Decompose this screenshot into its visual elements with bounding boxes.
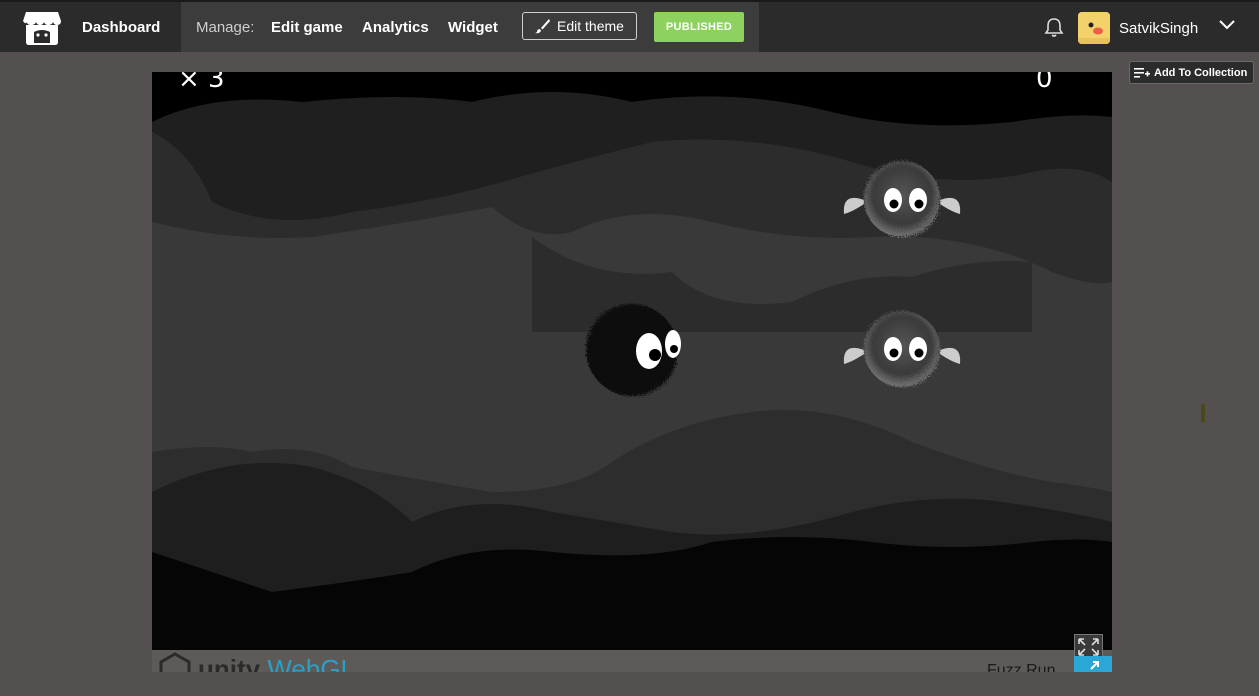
unity-webgl-brand: unity WebGL [198,654,355,672]
game-title-label: Fuzz Run [987,662,1056,672]
avatar-face-icon [1078,12,1110,44]
manage-panel: Manage: Edit game Analytics Widget Edit … [181,2,759,52]
itch-logo-icon[interactable] [22,10,62,46]
external-link-button[interactable] [1074,656,1112,672]
top-navigation-bar: Dashboard Manage: Edit game Analytics Wi… [0,0,1259,52]
edit-game-link[interactable]: Edit game [271,19,343,36]
unity-brand-text: unity [198,654,261,672]
add-to-collection-label: Add To Collection [1154,66,1248,79]
published-status-badge: PUBLISHED [654,12,744,42]
chevron-down-icon[interactable] [1218,19,1236,31]
user-avatar[interactable] [1078,12,1110,44]
webgl-brand-text: WebGL [267,654,356,672]
playlist-add-icon [1134,67,1150,78]
edit-theme-label: Edit theme [557,18,624,34]
score-counter: 0 [1036,72,1053,94]
username-label[interactable]: SatvikSingh [1119,20,1198,37]
add-to-collection-button[interactable]: Add To Collection [1129,61,1254,84]
unity-logo-icon [159,652,191,672]
unity-footer-bar: unity WebGL Fuzz Run [152,650,1112,672]
widget-link[interactable]: Widget [448,19,498,36]
bell-icon[interactable] [1043,16,1065,38]
dashboard-link[interactable]: Dashboard [82,19,160,36]
external-link-icon [1090,661,1099,670]
lives-counter: × 3 [178,72,225,94]
edit-theme-button[interactable]: Edit theme [522,12,637,40]
game-scene [152,72,1112,650]
scrollbar-marker [1201,404,1205,422]
analytics-link[interactable]: Analytics [362,19,429,36]
game-canvas[interactable]: × 3 0 [152,72,1112,650]
manage-label: Manage: [196,19,255,36]
brush-icon [535,19,551,34]
